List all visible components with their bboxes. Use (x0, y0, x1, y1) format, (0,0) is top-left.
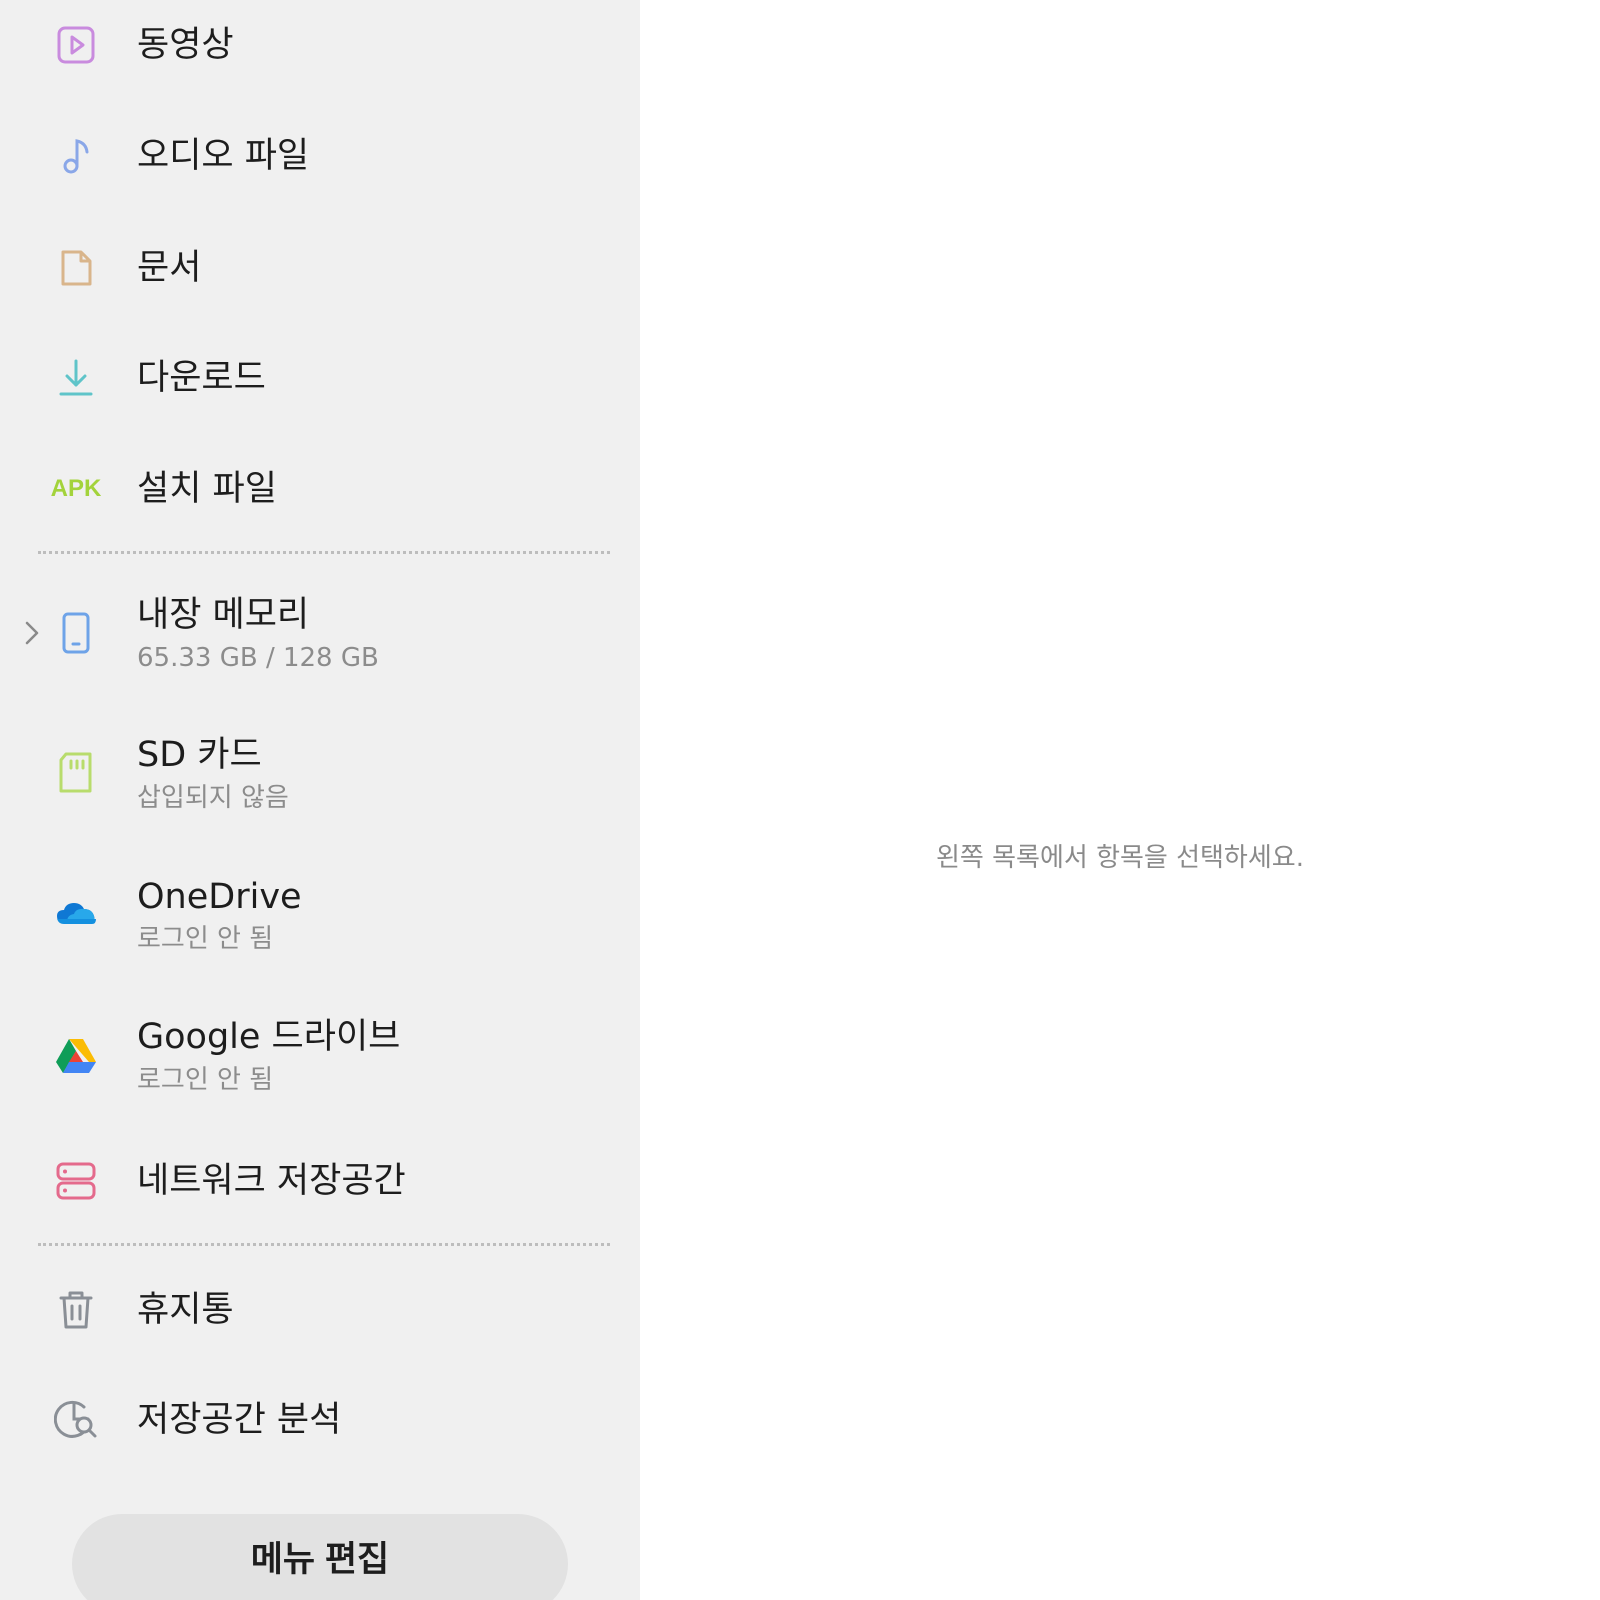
google-drive-icon (54, 1034, 98, 1078)
sidebar-item-videos[interactable]: 동영상 (0, 0, 640, 90)
chevron-right-icon[interactable] (22, 618, 42, 648)
video-icon (54, 23, 98, 67)
trash-icon (54, 1288, 98, 1332)
edit-menu-button[interactable]: 메뉴 편집 (72, 1514, 568, 1600)
network-storage-icon (54, 1159, 98, 1203)
sidebar-item-label: 저장공간 분석 (137, 1400, 342, 1440)
divider (38, 1243, 610, 1246)
sidebar-item-google-drive[interactable]: Google 드라이브 로그인 안 됨 (0, 1006, 640, 1116)
sidebar: 동영상 오디오 파일 문서 다운로드 APK 설치 파일 내장 메모리 65.3… (0, 0, 640, 1600)
sidebar-item-downloads[interactable]: 다운로드 (0, 334, 640, 424)
sidebar-item-label: 다운로드 (137, 358, 266, 398)
music-note-icon (54, 134, 98, 178)
sidebar-item-onedrive[interactable]: OneDrive 로그인 안 됨 (0, 866, 640, 976)
sidebar-item-label: 설치 파일 (137, 469, 277, 509)
sd-card-icon (54, 751, 98, 795)
phone-icon (54, 611, 98, 655)
sidebar-item-install-files[interactable]: APK 설치 파일 (0, 445, 640, 535)
content-pane: 왼쪽 목록에서 항목을 선택하세요. (640, 0, 1600, 1600)
storage-usage-text: 65.33 GB / 128 GB (137, 643, 379, 673)
login-status-text: 로그인 안 됨 (137, 1065, 274, 1095)
sidebar-item-internal-storage[interactable]: 내장 메모리 65.33 GB / 128 GB (0, 585, 640, 695)
onedrive-icon (54, 892, 98, 936)
divider (38, 551, 610, 554)
sidebar-item-trash[interactable]: 휴지통 (0, 1266, 640, 1356)
document-icon (54, 246, 98, 290)
sidebar-item-label: Google 드라이브 (137, 1017, 401, 1057)
sidebar-item-label: 네트워크 저장공간 (137, 1161, 406, 1201)
sidebar-item-sd-card[interactable]: SD 카드 삽입되지 않음 (0, 725, 640, 835)
storage-analysis-icon (54, 1398, 98, 1442)
sidebar-item-audio[interactable]: 오디오 파일 (0, 112, 640, 202)
apk-icon: APK (50, 475, 102, 502)
sidebar-item-label: 동영상 (137, 25, 234, 65)
edit-menu-button-label: 메뉴 편집 (250, 1540, 390, 1579)
sidebar-item-storage-analysis[interactable]: 저장공간 분석 (0, 1376, 640, 1466)
sidebar-item-label: 내장 메모리 (137, 595, 310, 635)
download-icon (54, 356, 98, 400)
file-manager-screen: 동영상 오디오 파일 문서 다운로드 APK 설치 파일 내장 메모리 65.3… (0, 0, 1600, 1600)
login-status-text: 로그인 안 됨 (137, 924, 274, 954)
sidebar-item-label: SD 카드 (137, 735, 262, 775)
sidebar-item-network-storage[interactable]: 네트워크 저장공간 (0, 1137, 640, 1227)
sd-card-status-text: 삽입되지 않음 (137, 783, 289, 813)
sidebar-item-label: 휴지통 (137, 1290, 234, 1330)
empty-state-message: 왼쪽 목록에서 항목을 선택하세요. (936, 843, 1304, 873)
sidebar-item-label: OneDrive (137, 877, 302, 917)
sidebar-item-label: 문서 (137, 248, 202, 288)
sidebar-item-label: 오디오 파일 (137, 136, 310, 176)
sidebar-item-documents[interactable]: 문서 (0, 224, 640, 314)
